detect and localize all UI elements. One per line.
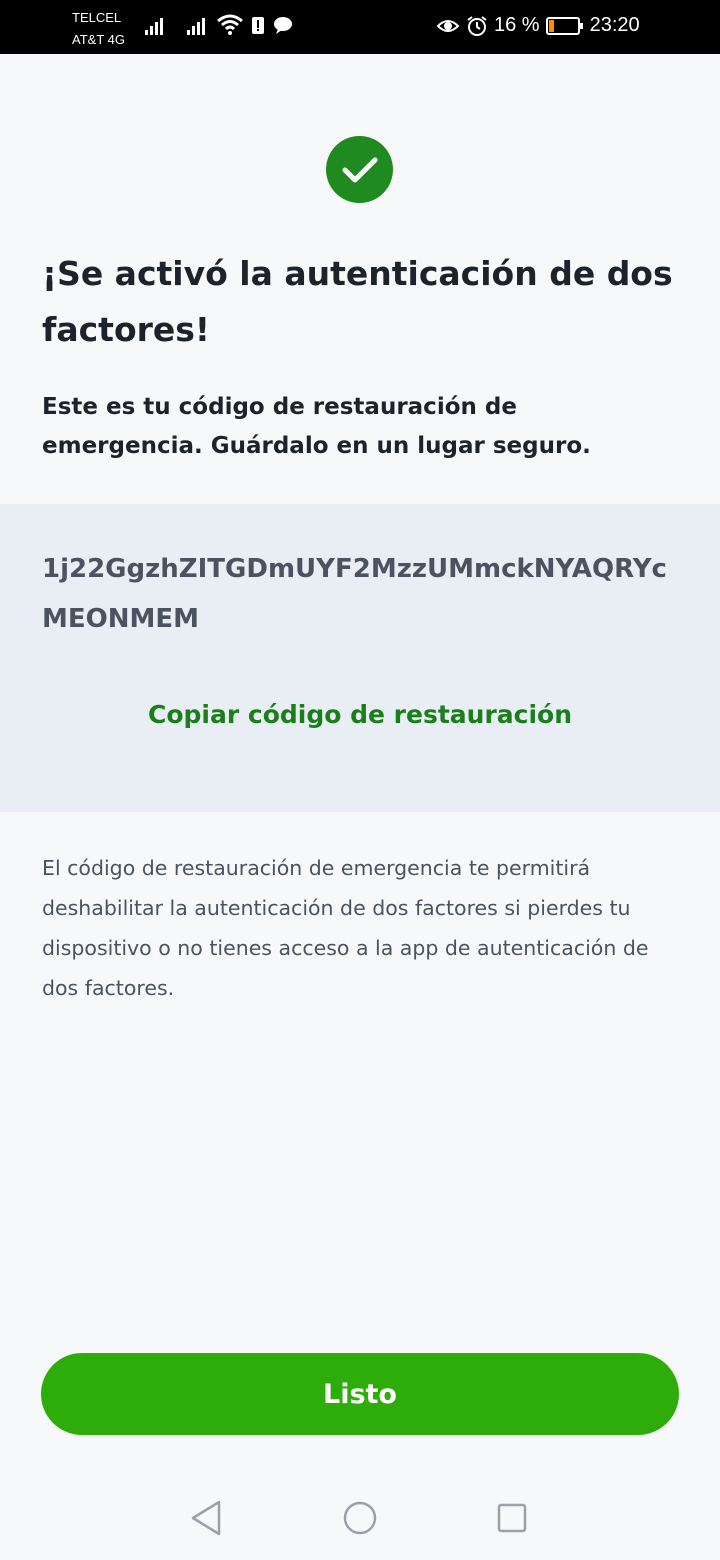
status-icons-right: 16 % 23:20 — [436, 14, 640, 37]
recents-nav-icon[interactable] — [490, 1496, 534, 1540]
signal-icon — [145, 18, 163, 35]
battery-percent: 16 % — [494, 14, 540, 36]
recovery-code[interactable]: 1j22GgzhZITGDmUYF2MzzUMmckNYAQRYcMEONMEM — [42, 544, 682, 644]
home-nav-icon[interactable] — [338, 1496, 382, 1540]
alarm-icon — [467, 15, 487, 36]
success-check-icon — [326, 136, 393, 203]
eye-icon — [436, 19, 460, 32]
battery-icon — [545, 16, 583, 35]
carrier-2: AT&T 4G — [72, 32, 125, 47]
copy-recovery-code-link[interactable]: Copiar código de restauración — [0, 700, 720, 729]
back-nav-icon[interactable] — [184, 1496, 228, 1540]
recovery-info-text: El código de restauración de emergencia … — [42, 856, 649, 1000]
recovery-code-panel: 1j22GgzhZITGDmUYF2MzzUMmckNYAQRYcMEONMEM… — [0, 504, 720, 812]
wifi-icon — [217, 14, 243, 35]
notification-alert-icon — [252, 17, 264, 34]
system-nav-bar — [0, 1476, 720, 1560]
status-icons-left — [144, 14, 294, 36]
clock: 23:20 — [589, 14, 640, 36]
carrier-1: TELCEL — [72, 10, 122, 25]
chat-bubble-icon — [274, 17, 292, 34]
page-subtitle: Este es tu código de restauración de eme… — [42, 394, 591, 459]
signal-icon — [187, 18, 205, 35]
page-title: ¡Se activó la autenticación de dos facto… — [42, 254, 673, 349]
status-bar: TELCEL AT&T 4G 16 % 23:20 — [0, 0, 720, 54]
done-button[interactable]: Listo — [41, 1353, 679, 1435]
